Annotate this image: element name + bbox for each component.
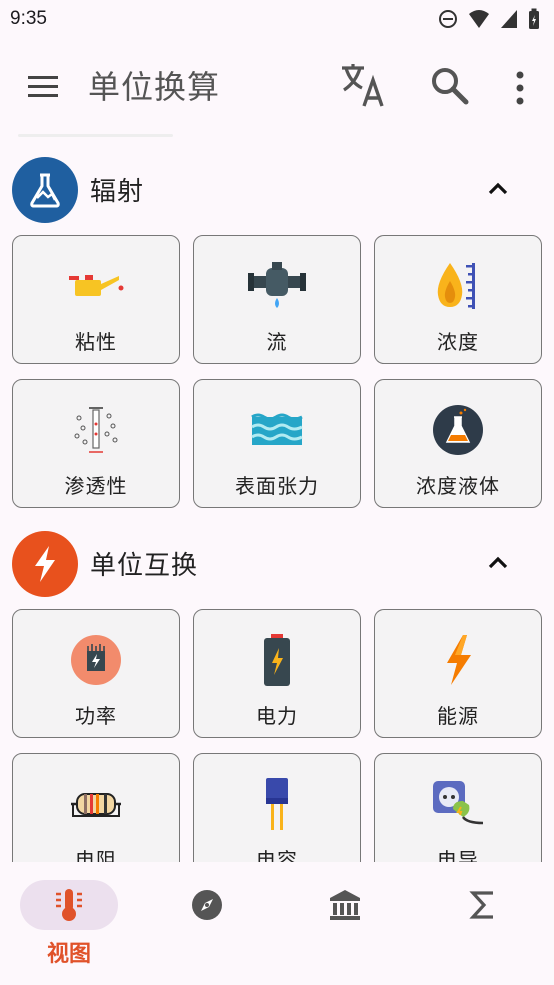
menu-icon[interactable] (22, 68, 64, 104)
status-bar: 9:35 (0, 0, 554, 38)
page-title: 单位换算 (88, 68, 221, 106)
oil-can-icon (69, 275, 124, 296)
section-icon-circle (12, 157, 78, 223)
bank-icon (330, 890, 360, 920)
nav-active-indicator (20, 880, 118, 930)
tile-permeability[interactable]: 渗透性 (12, 379, 180, 508)
tile-label: 电力 (256, 704, 298, 728)
tile-label: 功率 (75, 704, 117, 728)
section-title: 单位互换 (90, 551, 199, 581)
tile-electricity[interactable]: 电力 (193, 609, 361, 738)
tile-concentration[interactable]: 浓度 (374, 235, 542, 364)
tile-label: 电容 (256, 848, 298, 862)
more-options-icon[interactable] (508, 66, 532, 110)
section-header-radiation[interactable]: 辐射 (12, 157, 542, 223)
power-tower-icon (71, 635, 121, 685)
tile-grid-unit-interchange: 功率 电力 能源 电阻 电容 电导 (12, 609, 542, 862)
flask-icon (30, 173, 60, 208)
resistor-icon (71, 793, 121, 817)
tile-conductance[interactable]: 电导 (374, 753, 542, 862)
bolt-icon (447, 635, 471, 685)
translate-icon[interactable] (338, 60, 388, 110)
tile-label: 表面张力 (235, 474, 319, 498)
app-bar: 单位换算 (0, 38, 554, 132)
section-icon-circle (12, 531, 78, 597)
do-not-disturb-icon (439, 10, 457, 28)
tile-liquid-concentration[interactable]: 浓度液体 (374, 379, 542, 508)
tile-label: 渗透性 (64, 474, 128, 498)
drop-gauge-icon (437, 263, 475, 309)
bottom-navigation: 视图 (0, 862, 554, 985)
membrane-icon (74, 407, 118, 453)
plug-socket-icon (433, 781, 484, 825)
thermometer-icon (56, 889, 82, 921)
lightning-icon (35, 546, 55, 582)
signal-icon (501, 10, 517, 28)
section-title: 辐射 (90, 177, 145, 207)
nav-item-explore[interactable] (158, 880, 258, 970)
nav-item-view[interactable]: 视图 (20, 880, 120, 970)
battery-icon (264, 634, 290, 686)
nav-item-finance[interactable] (296, 880, 396, 970)
chevron-up-icon[interactable] (484, 175, 512, 203)
nav-item-math[interactable] (434, 880, 534, 970)
system-icons (438, 8, 540, 30)
tile-capacitance[interactable]: 电容 (193, 753, 361, 862)
waves-icon (251, 413, 303, 445)
content-scroll[interactable]: 辐射 粘性 流 浓度 渗透性 表面张力 浓度液体 单位互换 功率 电力 能源 电… (0, 132, 554, 862)
tile-surface-tension[interactable]: 表面张力 (193, 379, 361, 508)
tile-label: 电阻 (75, 848, 117, 862)
compass-icon (192, 890, 222, 920)
water-valve-icon (248, 262, 306, 308)
section-header-unit-interchange[interactable]: 单位互换 (12, 531, 542, 597)
tile-label: 粘性 (75, 330, 117, 354)
tile-power[interactable]: 功率 (12, 609, 180, 738)
status-time: 9:35 (10, 8, 47, 29)
sigma-icon (469, 891, 493, 919)
nav-label: 视图 (46, 942, 91, 967)
capacitor-icon (266, 778, 288, 830)
search-icon[interactable] (428, 64, 472, 108)
divider (18, 134, 173, 137)
tile-resistance[interactable]: 电阻 (12, 753, 180, 862)
beaker-icon (433, 405, 483, 455)
chevron-up-icon[interactable] (484, 549, 512, 577)
tile-label: 流 (266, 330, 288, 354)
battery-status-icon (529, 8, 539, 29)
tile-label: 电导 (437, 848, 479, 862)
tile-viscosity[interactable]: 粘性 (12, 235, 180, 364)
tile-energy[interactable]: 能源 (374, 609, 542, 738)
tile-label: 浓度液体 (416, 474, 500, 498)
tile-label: 浓度 (437, 330, 479, 354)
tile-grid-radiation: 粘性 流 浓度 渗透性 表面张力 浓度液体 (12, 235, 542, 508)
wifi-icon (469, 10, 489, 28)
tile-flow[interactable]: 流 (193, 235, 361, 364)
tile-label: 能源 (437, 704, 479, 728)
